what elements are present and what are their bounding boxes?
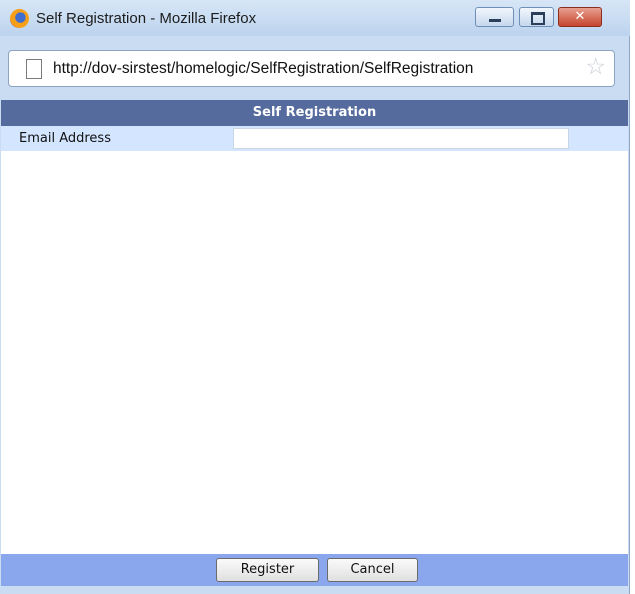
form-footer: Register Cancel: [1, 554, 628, 586]
bookmark-star-icon[interactable]: ☆: [585, 54, 606, 80]
firefox-icon: [10, 9, 29, 28]
email-input[interactable]: [233, 128, 569, 149]
register-button[interactable]: Register: [216, 558, 319, 582]
close-button[interactable]: ✕: [558, 7, 602, 27]
email-row: Email Address: [1, 126, 628, 151]
window-title: Self Registration - Mozilla Firefox: [36, 10, 257, 27]
form-header: Self Registration: [1, 100, 628, 126]
page-icon: [26, 59, 42, 79]
browser-window: Self Registration - Mozilla Firefox ✕ ht…: [0, 0, 630, 594]
page-content: Self Registration Email Address Register…: [1, 100, 628, 586]
email-label: Email Address: [19, 131, 111, 146]
url-text[interactable]: http://dov-sirstest/homelogic/SelfRegist…: [53, 60, 585, 78]
close-icon: ✕: [574, 9, 586, 24]
cancel-button[interactable]: Cancel: [327, 558, 418, 582]
title-bar[interactable]: Self Registration - Mozilla Firefox ✕: [0, 0, 630, 36]
address-bar[interactable]: http://dov-sirstest/homelogic/SelfRegist…: [8, 50, 615, 87]
minimize-button[interactable]: [475, 7, 514, 27]
maximize-button[interactable]: [519, 7, 554, 27]
